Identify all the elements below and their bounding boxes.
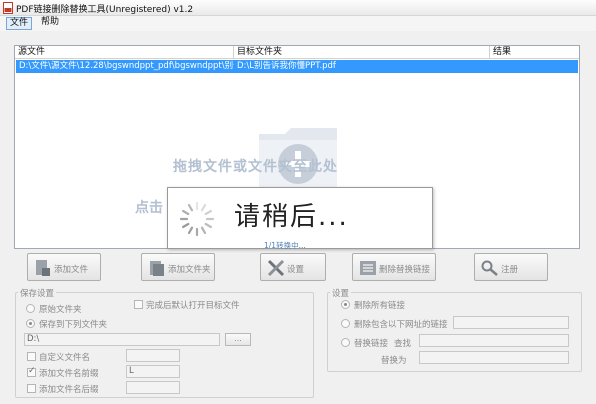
- folder-path-input[interactable]: D:\: [24, 333, 220, 346]
- open-target-checkbox[interactable]: [134, 300, 143, 309]
- key-icon: [481, 260, 498, 276]
- find-input[interactable]: [419, 334, 569, 347]
- add-folder-label: 添加文件夹: [168, 265, 211, 275]
- row-source-cell: D:\文件\源文件\12.28\bgswndppt_pdf\bgswndppt\…: [19, 61, 234, 71]
- settings-label: 设置: [287, 265, 305, 275]
- tools-icon: [267, 259, 285, 277]
- suffix-input[interactable]: [126, 381, 180, 394]
- menu-help[interactable]: 帮助: [38, 17, 62, 30]
- add-file-button[interactable]: 添加文件: [27, 253, 101, 281]
- add-suffix-label: 添加文件名后缀: [39, 385, 99, 395]
- column-header-source[interactable]: 源文件: [15, 46, 234, 59]
- browse-folder-button[interactable]: ...: [225, 333, 251, 346]
- replace-with-label: 替换为: [381, 356, 407, 366]
- row-target-cell: D:\L别告诉我你懂PPT.pdf: [237, 61, 336, 71]
- remove-replace-label: 删除替换链接: [379, 265, 431, 275]
- title-bar: PDF链接删除替换工具(Unregistered) v1.2: [0, 0, 596, 16]
- url-filter-input[interactable]: [453, 316, 569, 329]
- add-suffix-checkbox[interactable]: [27, 384, 36, 393]
- please-wait-text: 请稍后...: [234, 202, 349, 232]
- delete-all-links-label: 删除所有链接: [354, 301, 406, 311]
- add-file-icon: [36, 260, 50, 276]
- original-folder-radio[interactable]: [26, 304, 35, 313]
- menu-file[interactable]: 文件: [6, 17, 33, 30]
- replace-link-label: 替换链接: [354, 339, 389, 349]
- remove-replace-links-button[interactable]: 删除替换链接: [352, 253, 436, 281]
- window-title: PDF链接删除替换工具(Unregistered) v1.2: [16, 5, 194, 15]
- register-button[interactable]: 注册: [474, 253, 548, 281]
- row-result-cell: [490, 60, 578, 73]
- find-label: 查找: [394, 339, 412, 349]
- replace-link-radio[interactable]: [341, 338, 350, 347]
- original-folder-label: 原始文件夹: [39, 305, 82, 315]
- save-to-folder-label: 保存到下列文件夹: [39, 320, 108, 330]
- delete-all-links-radio[interactable]: [341, 300, 350, 309]
- add-folder-icon: [150, 261, 164, 276]
- add-folder-button[interactable]: 添加文件夹: [141, 253, 215, 281]
- loading-spinner-icon: [179, 201, 215, 237]
- custom-filename-checkbox[interactable]: [27, 352, 36, 361]
- column-header-target[interactable]: 目标文件夹: [234, 46, 490, 59]
- register-label: 注册: [501, 265, 519, 275]
- link-settings-legend: 设置: [330, 287, 352, 299]
- column-header-result[interactable]: 结果: [490, 46, 579, 59]
- add-prefix-label: 添加文件名前缀: [39, 369, 99, 379]
- drop-hint-text-click: 点击: [135, 200, 163, 216]
- menu-bar: 文件 帮助: [0, 16, 596, 31]
- add-prefix-checkbox[interactable]: [27, 366, 36, 377]
- save-to-folder-radio[interactable]: [26, 319, 35, 328]
- drop-hint-text: 拖拽文件或文件夹至此处: [173, 159, 338, 175]
- custom-filename-label: 自定义文件名: [39, 353, 91, 363]
- prefix-input[interactable]: L: [126, 365, 180, 378]
- add-file-label: 添加文件: [54, 265, 89, 275]
- app-pdf-icon: [3, 2, 13, 14]
- open-target-label: 完成后默认打开目标文件: [146, 301, 240, 311]
- custom-filename-input[interactable]: [126, 349, 180, 362]
- progress-dialog: 请稍后... 1/1转换中...: [167, 187, 433, 250]
- save-settings-legend: 保存设置: [18, 287, 57, 299]
- document-link-icon: [360, 261, 376, 275]
- replace-with-input[interactable]: [419, 351, 569, 364]
- delete-links-containing-label: 删除包含以下网址的链接: [354, 320, 448, 330]
- delete-links-containing-radio[interactable]: [341, 319, 350, 328]
- progress-count-text: 1/1转换中...: [264, 241, 306, 250]
- settings-button[interactable]: 设置: [260, 253, 326, 281]
